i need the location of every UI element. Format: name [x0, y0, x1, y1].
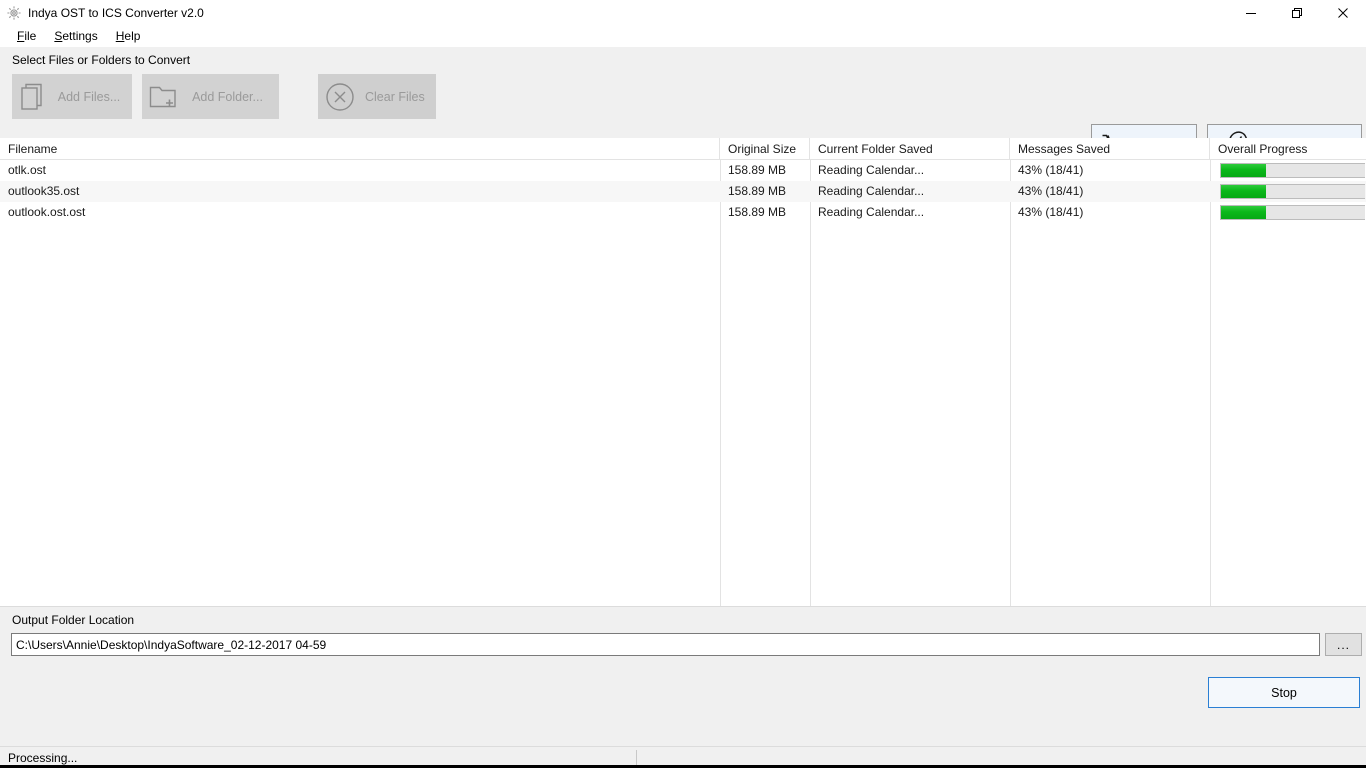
minimize-button[interactable]: [1228, 0, 1274, 26]
cell-filename: outlook.ost.ost: [8, 205, 86, 219]
cell-original-size: 158.89 MB: [728, 184, 787, 198]
menu-item-settings[interactable]: Settings: [45, 26, 106, 47]
progress-bar: [1220, 184, 1365, 199]
menu-bar: File Settings Help: [0, 26, 1366, 47]
column-separator: [720, 160, 721, 606]
menu-settings-rest: ettings: [62, 29, 98, 43]
table-row[interactable]: outlook35.ost 158.89 MB Reading Calendar…: [0, 181, 1366, 202]
column-header-messages-saved[interactable]: Messages Saved: [1010, 138, 1210, 159]
menu-file-rest: ile: [24, 29, 37, 43]
column-header-original-size[interactable]: Original Size: [720, 138, 810, 159]
column-separator: [1210, 160, 1211, 606]
file-list-rows: otlk.ost 158.89 MB Reading Calendar... 4…: [0, 160, 1366, 223]
menu-item-file[interactable]: File: [8, 26, 45, 47]
file-list: Filename Original Size Current Folder Sa…: [0, 138, 1366, 607]
cell-current-folder: Reading Calendar...: [818, 205, 925, 219]
cell-messages-saved: 43% (18/41): [1018, 163, 1084, 177]
cell-current-folder: Reading Calendar...: [818, 163, 925, 177]
cell-original-size: 158.89 MB: [728, 163, 787, 177]
cell-messages-saved: 43% (18/41): [1018, 205, 1084, 219]
progress-bar-fill: [1221, 164, 1267, 177]
add-folder-label: Add Folder...: [192, 89, 263, 104]
progress-bar: [1220, 163, 1365, 178]
add-folder-button[interactable]: Add Folder...: [142, 74, 279, 119]
cell-messages-saved: 43% (18/41): [1018, 184, 1084, 198]
column-separator: [810, 160, 811, 606]
output-folder-input[interactable]: [11, 633, 1320, 656]
restore-button[interactable]: [1274, 0, 1320, 26]
cell-filename: otlk.ost: [8, 163, 47, 177]
progress-bar-fill: [1221, 206, 1267, 219]
table-row[interactable]: otlk.ost 158.89 MB Reading Calendar... 4…: [0, 160, 1366, 181]
output-folder-label: Output Folder Location: [12, 613, 135, 627]
cell-overall-progress: [1210, 181, 1365, 202]
cell-filename: outlook35.ost: [8, 184, 80, 198]
clear-files-button[interactable]: Clear Files: [318, 74, 436, 119]
menu-help-rest: elp: [124, 29, 141, 43]
browse-folder-button[interactable]: ...: [1325, 633, 1362, 656]
circle-x-icon: [319, 82, 361, 112]
action-section: Stop: [0, 663, 1366, 746]
menu-item-help[interactable]: Help: [107, 26, 150, 47]
add-files-button[interactable]: Add Files...: [12, 74, 132, 119]
close-button[interactable]: [1320, 0, 1366, 26]
cell-overall-progress: [1210, 202, 1365, 223]
app-gear-icon: [6, 5, 22, 21]
window-title: Indya OST to ICS Converter v2.0: [28, 6, 204, 20]
clear-files-label: Clear Files: [365, 89, 425, 104]
add-files-label: Add Files...: [57, 89, 121, 104]
column-header-overall-progress[interactable]: Overall Progress: [1210, 138, 1365, 159]
toolbar: Select Files or Folders to Convert Add F…: [0, 47, 1366, 169]
title-bar: Indya OST to ICS Converter v2.0: [0, 0, 1366, 26]
application-window: Indya OST to ICS Converter v2.0 File Set…: [0, 0, 1366, 768]
copy-pages-icon: [13, 83, 55, 111]
folder-plus-icon: [143, 84, 185, 110]
cell-current-folder: Reading Calendar...: [818, 184, 925, 198]
toolbar-section-label: Select Files or Folders to Convert: [12, 53, 191, 67]
stop-button[interactable]: Stop: [1208, 677, 1360, 708]
column-header-current-folder[interactable]: Current Folder Saved: [810, 138, 1010, 159]
status-text: Processing...: [8, 750, 78, 765]
window-controls: [1228, 0, 1366, 26]
progress-bar: [1220, 205, 1365, 220]
file-list-header: Filename Original Size Current Folder Sa…: [0, 138, 1366, 160]
column-header-filename[interactable]: Filename: [0, 138, 720, 159]
column-separator: [1010, 160, 1011, 606]
table-row[interactable]: outlook.ost.ost 158.89 MB Reading Calend…: [0, 202, 1366, 223]
status-bar-separator: [636, 750, 637, 765]
cell-original-size: 158.89 MB: [728, 205, 787, 219]
cell-overall-progress: [1210, 160, 1365, 181]
output-folder-section: Output Folder Location ...: [0, 607, 1366, 663]
progress-bar-fill: [1221, 185, 1267, 198]
